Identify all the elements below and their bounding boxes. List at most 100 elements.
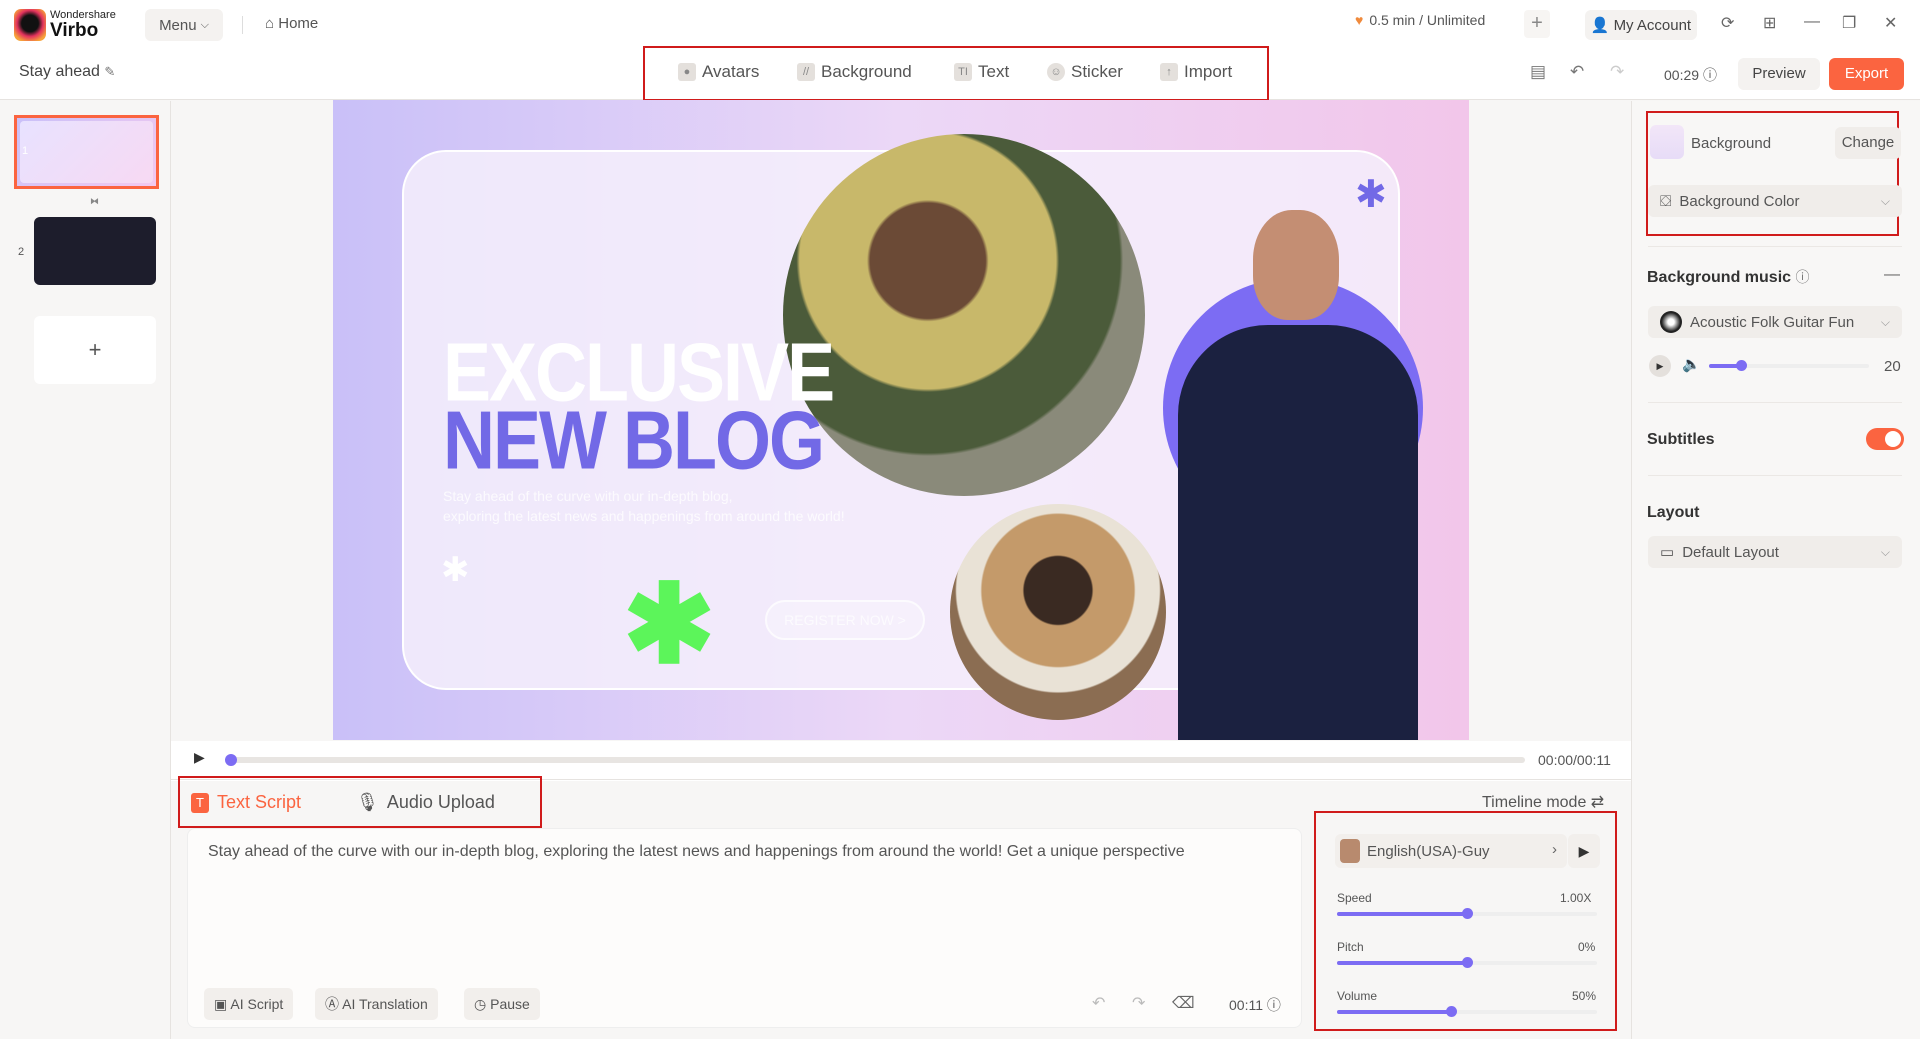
project-title-text: Stay ahead (19, 63, 100, 80)
slider-handle[interactable] (1462, 908, 1473, 919)
change-background-button[interactable]: Change (1835, 127, 1901, 159)
timeline-mode-button[interactable]: Timeline mode ⇄ (1482, 792, 1604, 812)
photo-couple[interactable] (950, 504, 1166, 720)
undo-icon[interactable]: ↶ (1092, 993, 1105, 1013)
text-script-icon: T (191, 792, 209, 813)
purple-asterisk-icon: ✱ (1355, 174, 1387, 216)
canvas-subtitle[interactable]: Stay ahead of the curve with our in-dept… (443, 486, 845, 526)
playback-scrubber[interactable] (225, 754, 1525, 766)
edit-icon[interactable]: ✎ (104, 64, 115, 79)
layout-dropdown[interactable]: ▭ Default Layout ⌵ (1648, 536, 1902, 568)
photo-women[interactable] (783, 134, 1145, 496)
add-quota-button[interactable]: + (1524, 10, 1550, 38)
script-duration: 00:11 ⓘ (1229, 995, 1281, 1015)
project-title[interactable]: Stay ahead ✎ (19, 63, 115, 81)
tool-label: Text (978, 62, 1010, 81)
slide-number: 1 (22, 145, 29, 157)
background-color-dropdown[interactable]: ⛋ Background Color ⌵ (1648, 185, 1902, 217)
collapse-icon[interactable]: — (1884, 266, 1900, 284)
voice-avatar (1340, 839, 1360, 863)
apps-grid-icon[interactable]: ⊞ (1763, 13, 1776, 33)
background-swatch[interactable] (1650, 125, 1684, 159)
pitch-slider[interactable] (1337, 957, 1597, 968)
button-label: AI Script (230, 996, 284, 1012)
save-icon[interactable]: ▤ (1530, 62, 1546, 82)
tab-audio-upload[interactable]: 🎙 Audio Upload (356, 792, 495, 813)
tool-import[interactable]: ↑ Import (1160, 62, 1232, 82)
menu-label: Menu (159, 16, 197, 34)
dropdown-label: Acoustic Folk Guitar Fun (1690, 313, 1855, 331)
help-icon[interactable]: ⓘ (1795, 269, 1809, 285)
redo-icon[interactable]: ↷ (1610, 62, 1624, 82)
speed-value: 1.00X (1560, 891, 1592, 905)
playback-time: 00:00/00:11 (1538, 752, 1611, 768)
virbo-logo (14, 9, 46, 41)
help-icon[interactable]: ⓘ (1703, 67, 1717, 83)
register-button[interactable]: REGISTER NOW > (765, 600, 925, 640)
clock-icon: ◷ (474, 996, 491, 1012)
tab-label: Audio Upload (386, 792, 495, 812)
voice-name: English(USA)-Guy (1367, 843, 1490, 860)
duration-text: 00:29 (1664, 67, 1700, 83)
chevron-down-icon: ⌵ (200, 18, 209, 31)
chevron-right-icon: › (1552, 841, 1557, 858)
music-play-button[interactable]: ▶ (1649, 355, 1671, 377)
restore-icon[interactable]: ❐ (1842, 13, 1856, 33)
ai-translation-button[interactable]: Ⓐ AI Translation (315, 988, 438, 1020)
divider (242, 16, 243, 34)
home-button[interactable]: ⌂ Home (265, 15, 318, 32)
close-icon[interactable]: ✕ (1884, 13, 1897, 33)
avatar-head[interactable] (1253, 210, 1339, 320)
undo-icon[interactable]: ↶ (1570, 62, 1584, 82)
tab-text-script[interactable]: T Text Script (191, 792, 301, 813)
voice-play-button[interactable]: ▶ (1568, 834, 1600, 868)
speed-slider[interactable] (1337, 908, 1597, 919)
scrubber-handle[interactable] (225, 754, 237, 766)
quota-display[interactable]: ♥ 0.5 min / Unlimited (1355, 12, 1485, 28)
slide-thumbnail-1[interactable] (14, 115, 159, 189)
video-canvas[interactable]: EXCLUSIVE NEW BLOG Stay ahead of the cur… (333, 100, 1469, 740)
background-music-title: Background music ⓘ (1647, 267, 1809, 287)
ai-script-button[interactable]: ▣ AI Script (204, 988, 294, 1020)
minimize-icon[interactable]: — (1804, 13, 1820, 31)
pause-button[interactable]: ◷ Pause (464, 988, 540, 1020)
project-duration: 00:29 ⓘ (1664, 65, 1717, 85)
add-slide-button[interactable]: + (34, 316, 156, 384)
tool-background[interactable]: // Background (797, 62, 912, 82)
tool-avatars[interactable]: ● Avatars (678, 62, 759, 82)
support-icon[interactable]: ⟳ (1721, 13, 1734, 33)
tool-text[interactable]: TI Text (954, 62, 1009, 82)
my-account-button[interactable]: 👤 My Account (1585, 10, 1697, 40)
headline-2[interactable]: NEW BLOG (443, 394, 825, 488)
divider (1648, 246, 1902, 247)
preview-button[interactable]: Preview (1738, 58, 1820, 90)
music-volume-slider[interactable] (1709, 360, 1869, 371)
white-asterisk-icon: ✱ (441, 551, 470, 589)
tool-label: Background (821, 62, 912, 81)
menu-button[interactable]: Menu ⌵ (145, 9, 223, 41)
avatar-body[interactable] (1178, 325, 1418, 740)
script-editor[interactable]: Stay ahead of the curve with our in-dept… (187, 828, 1302, 1028)
voice-selector[interactable]: English(USA)-Guy › (1335, 834, 1567, 868)
help-icon[interactable]: ⓘ (1267, 997, 1281, 1013)
volume-slider[interactable] (1337, 1006, 1597, 1017)
account-label: My Account (1613, 16, 1692, 34)
quota-text: 0.5 min / Unlimited (1369, 12, 1486, 28)
slide-thumbnail-2[interactable] (34, 217, 156, 285)
clear-icon[interactable]: ⌫ (1172, 993, 1195, 1013)
tool-sticker[interactable]: ☺ Sticker (1047, 62, 1123, 82)
music-dropdown[interactable]: Acoustic Folk Guitar Fun ⌵ (1648, 306, 1902, 338)
music-volume-value: 20 (1884, 358, 1901, 375)
button-label: AI Translation (342, 996, 428, 1012)
slider-handle[interactable] (1462, 957, 1473, 968)
slider-handle[interactable] (1736, 360, 1747, 371)
timeline-label: Timeline mode (1482, 794, 1587, 811)
subtitles-toggle[interactable] (1866, 428, 1904, 450)
section-title: Background music (1647, 269, 1792, 286)
button-label: Pause (490, 996, 530, 1012)
export-button[interactable]: Export (1829, 58, 1904, 90)
script-text[interactable]: Stay ahead of the curve with our in-dept… (208, 843, 1185, 861)
transition-icon[interactable]: ⧓ (90, 196, 99, 207)
play-icon[interactable]: ▶ (194, 749, 205, 766)
redo-icon[interactable]: ↷ (1132, 993, 1145, 1013)
